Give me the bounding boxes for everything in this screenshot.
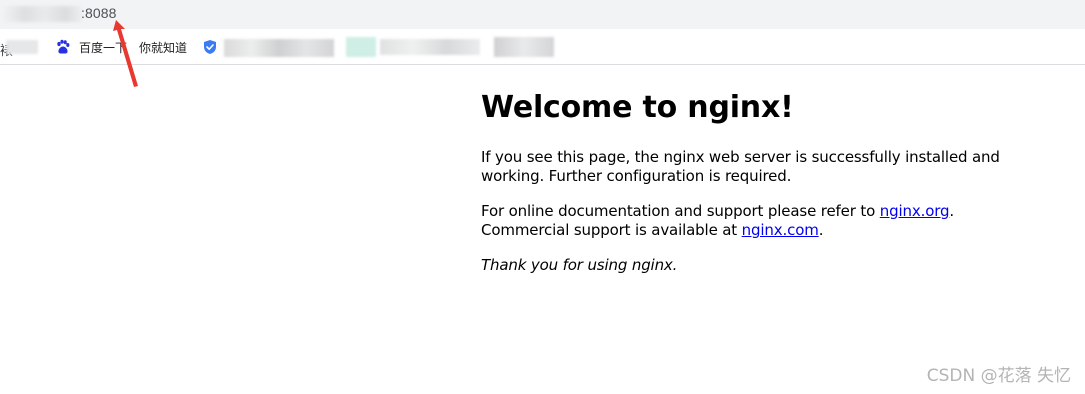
nginx-org-link[interactable]: nginx.org: [880, 202, 950, 220]
bookmark-redacted-blur: [224, 39, 334, 57]
nginx-com-link[interactable]: nginx.com: [742, 221, 819, 239]
bookmark-redacted-blur: [346, 37, 376, 57]
bookmark-redacted-blur: [380, 39, 480, 55]
support-text: For online documentation and support ple…: [481, 202, 880, 220]
commercial-text: Commercial support is available at: [481, 221, 742, 239]
intro-paragraph: If you see this page, the nginx web serv…: [481, 148, 1000, 185]
bookmark-redacted-blur: [6, 40, 38, 54]
page-title: Welcome to nginx!: [481, 90, 794, 125]
bookmarks-bar: 裱 百度一下 你就知道: [0, 29, 1085, 65]
csdn-watermark: CSDN @花落 失忆: [926, 366, 1071, 386]
thanks-paragraph: Thank you for using nginx.: [481, 256, 678, 274]
commercial-punct: .: [818, 221, 824, 239]
bookmark-shield[interactable]: [202, 37, 218, 57]
address-bar[interactable]: :8088: [0, 0, 1085, 29]
support-paragraph: For online documentation and support ple…: [481, 202, 1041, 240]
shield-check-icon: [204, 40, 216, 54]
annotation-arrow: [113, 20, 138, 87]
bookmark-redacted-blur: [494, 37, 554, 57]
url-redacted-blur: [0, 6, 82, 22]
baidu-paw-icon: [57, 39, 70, 54]
support-punct: .: [949, 202, 954, 220]
nginx-welcome-content: Welcome to nginx! If you see this page, …: [481, 84, 1041, 275]
